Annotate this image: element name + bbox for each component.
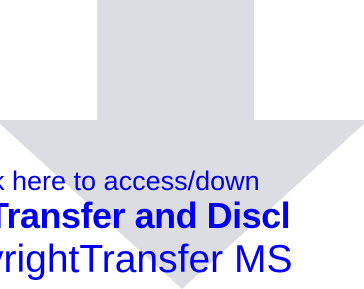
file-name-link[interactable]: yrightTransfer MS xyxy=(0,238,292,282)
document-title-link[interactable]: Transfer and Discl xyxy=(0,195,291,237)
download-link[interactable]: k here to access/down xyxy=(0,165,260,197)
